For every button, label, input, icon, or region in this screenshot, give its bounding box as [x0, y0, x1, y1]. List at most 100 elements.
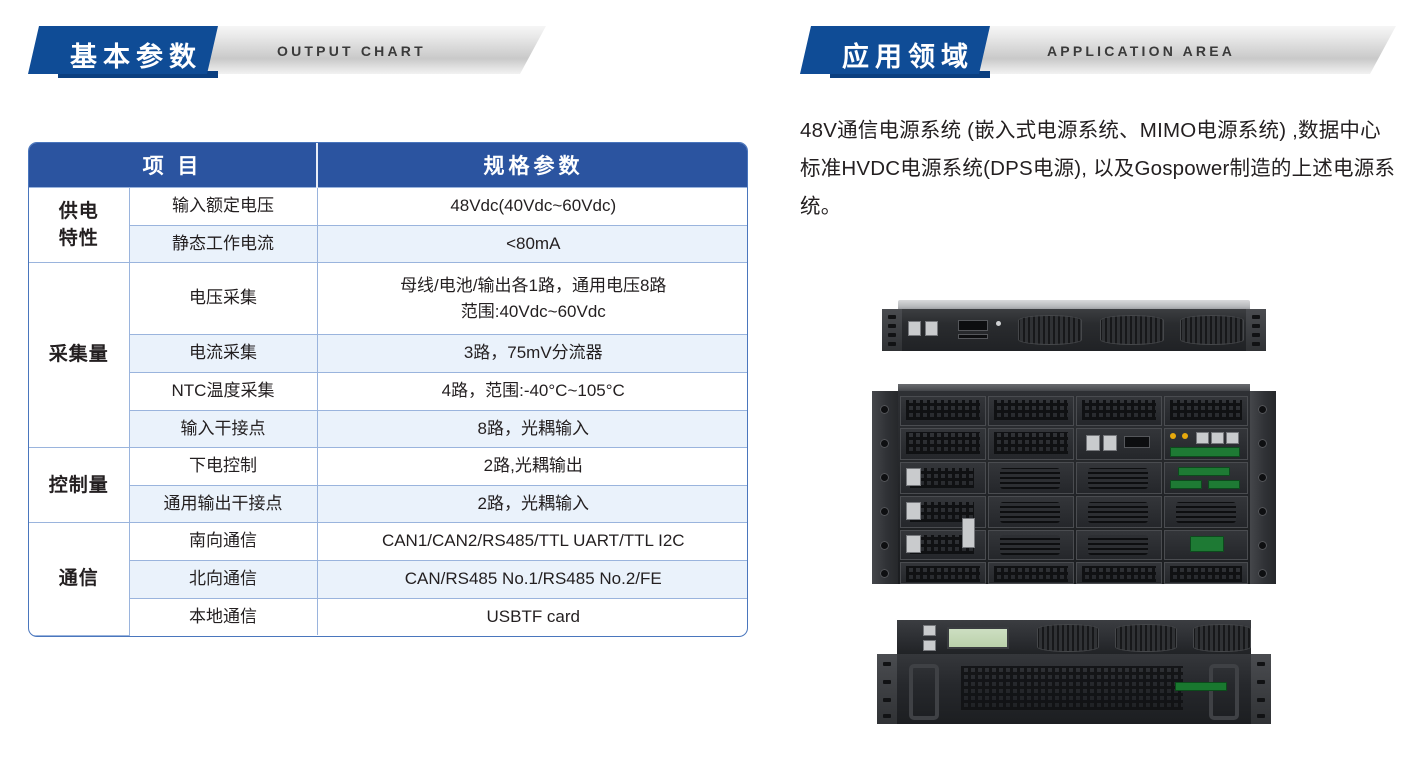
- fan-grille: [1037, 624, 1099, 652]
- ethernet-port-icon: [1211, 432, 1224, 444]
- fan-grille: [1180, 315, 1244, 345]
- ethernet-port-icon: [1196, 432, 1209, 444]
- section-title-en: OUTPUT CHART: [277, 43, 426, 59]
- cell-item: NTC温度采集: [128, 371, 318, 411]
- rack-rail-left: [872, 391, 898, 584]
- table-row: 输入干接点 8路，光耦输入: [29, 409, 747, 449]
- connector-block: [906, 400, 980, 420]
- column-header-spec: 规格参数: [316, 143, 747, 188]
- ethernet-port-icon: [1086, 435, 1100, 451]
- rack-rail-right: [1250, 391, 1276, 584]
- terminal-block: [1208, 480, 1240, 489]
- connector-block: [994, 400, 1068, 420]
- table-header-row: 项 目 规格参数: [29, 143, 747, 188]
- ethernet-port-icon: [923, 640, 936, 651]
- table-row: 供电 特性 输入额定电压 48Vdc(40Vdc~60Vdc): [29, 186, 747, 264]
- status-led: [996, 321, 1001, 326]
- ethernet-port-icon: [1103, 435, 1117, 451]
- module-grille: [1088, 468, 1148, 489]
- product-photo-2u-rack-power-system: [877, 620, 1271, 724]
- cell-value: CAN/RS485 No.1/RS485 No.2/FE: [316, 560, 747, 599]
- row-group-label: 采集量: [29, 262, 130, 449]
- chassis-upper: [897, 620, 1251, 656]
- rack-ear-left: [877, 654, 897, 724]
- chassis-face: [882, 309, 1266, 351]
- latch-handle: [906, 502, 921, 520]
- page-root: 基本参数 OUTPUT CHART 应用领域 APPLICATION AREA …: [0, 0, 1404, 774]
- cell-value: 2路,光耦输出: [316, 447, 747, 486]
- table-row: 采集量 电压采集 母线/电池/输出各1路，通用电压8路 范围:40Vdc~60Vdc: [29, 262, 747, 449]
- ethernet-port-icon: [908, 321, 921, 336]
- section-title-cn: 应用领域: [842, 42, 974, 72]
- cell-item: 南向通信: [128, 522, 318, 562]
- cell-item: 北向通信: [128, 560, 318, 599]
- module-grille: [1000, 502, 1060, 523]
- indicator-bar: [1175, 682, 1227, 691]
- module-grille: [1088, 502, 1148, 523]
- table-row: 电流采集 3路，75mV分流器: [29, 334, 747, 373]
- spec-table-body: 供电 特性 输入额定电压 48Vdc(40Vdc~60Vdc) 静态工作电流 <80mA 采…: [29, 186, 747, 636]
- fan-grille: [1115, 624, 1177, 652]
- display-panel: [958, 320, 988, 331]
- connector-block: [994, 432, 1068, 454]
- keypad-panel: [958, 334, 988, 339]
- lcd-display: [947, 627, 1009, 649]
- table-row: 静态工作电流 <80mA: [29, 224, 747, 264]
- spec-table-head: 项 目 规格参数: [29, 143, 747, 188]
- spec-table-element: 项 目 规格参数 供电 特性 输入额定电压 48Vdc(40Vdc~60Vdc) 静态工…: [29, 143, 747, 636]
- cell-item: 通用输出干接点: [128, 484, 318, 524]
- cell-value: 2路，光耦输入: [316, 484, 747, 524]
- cell-value: 母线/电池/输出各1路，通用电压8路 范围:40Vdc~60Vdc: [316, 262, 747, 336]
- row-group-label: 控制量: [29, 447, 130, 524]
- connector-block: [1082, 400, 1156, 420]
- module-grille: [1000, 468, 1060, 489]
- table-row: NTC温度采集 4路，范围:-40°C~105°C: [29, 371, 747, 411]
- status-led: [1170, 433, 1176, 439]
- terminal-block: [1170, 480, 1202, 489]
- cell-value: 4路，范围:-40°C~105°C: [316, 371, 747, 411]
- ethernet-port-icon: [1226, 432, 1239, 444]
- cell-item: 电流采集: [128, 334, 318, 373]
- rack-ear-left: [882, 309, 902, 351]
- connector-block: [1170, 566, 1242, 582]
- product-image-group: [872, 300, 1276, 724]
- row-group-label: 供电 特性: [29, 186, 130, 264]
- cell-item: 电压采集: [128, 262, 318, 336]
- specification-table: 项 目 规格参数 供电 特性 输入额定电压 48Vdc(40Vdc~60Vdc) 静态工…: [28, 142, 748, 637]
- module-grille: [1000, 535, 1060, 555]
- section-title-en: APPLICATION AREA: [1047, 43, 1236, 59]
- fan-grille: [1018, 315, 1082, 345]
- table-row: 通信 南向通信 CAN1/CAN2/RS485/TTL UART/TTL I2C: [29, 522, 747, 636]
- connector-block: [906, 432, 980, 454]
- rack-ear-right: [1251, 654, 1271, 724]
- terminal-block: [1178, 467, 1230, 476]
- table-row: 本地通信 USBTF card: [29, 597, 747, 636]
- cell-item: 静态工作电流: [128, 224, 318, 264]
- cell-value: 8路，光耦输入: [316, 409, 747, 449]
- section-title-cn: 基本参数: [70, 42, 202, 72]
- cell-value: <80mA: [316, 224, 747, 264]
- connector-block: [1082, 566, 1156, 582]
- status-led: [1182, 433, 1188, 439]
- table-row: 北向通信 CAN/RS485 No.1/RS485 No.2/FE: [29, 560, 747, 599]
- product-photo-1u-rack-power-shelf: [882, 300, 1266, 354]
- rack-ear-right: [1246, 309, 1266, 351]
- connector-block: [906, 566, 980, 582]
- table-row: 通用输出干接点 2路，光耦输入: [29, 484, 747, 524]
- row-group-label: 通信: [29, 522, 130, 636]
- cell-value: USBTF card: [316, 597, 747, 636]
- connector-block: [1170, 400, 1242, 420]
- breaker-block: [1190, 536, 1224, 552]
- latch-handle: [906, 535, 921, 553]
- table-row: 控制量 下电控制 2路,光耦输出: [29, 447, 747, 524]
- ethernet-port-icon: [923, 625, 936, 636]
- module-grille: [1088, 535, 1148, 555]
- fan-grille: [1100, 315, 1164, 345]
- perforated-vent-panel: [961, 666, 1183, 710]
- terminal-block: [1170, 447, 1240, 457]
- cell-item: 输入干接点: [128, 409, 318, 449]
- cell-value: CAN1/CAN2/RS485/TTL UART/TTL I2C: [316, 522, 747, 562]
- cell-item: 输入额定电压: [128, 187, 318, 226]
- ethernet-port-icon: [925, 321, 938, 336]
- column-header-item: 项 目: [29, 143, 317, 188]
